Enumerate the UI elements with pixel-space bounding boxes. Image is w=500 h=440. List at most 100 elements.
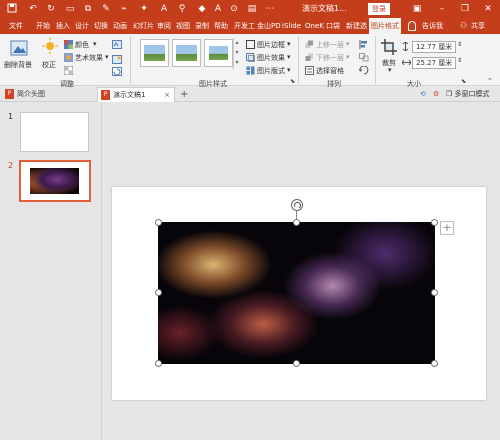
view-icon[interactable]: ▤ [246,3,258,15]
height-input[interactable]: 12.77 厘米 [412,41,456,53]
thumbnail-picture [30,168,79,194]
picture-style-2[interactable] [172,39,201,67]
brush-icon[interactable]: ⌁ [118,3,130,15]
ribbon-display-icon[interactable]: ▣ [410,2,424,16]
picture-effects-button[interactable]: 图片效果 [257,53,285,63]
chevron-down-icon[interactable]: ▾ [105,53,109,61]
tab-design[interactable]: 设计 [75,18,89,34]
color-button[interactable]: 颜色 [75,40,89,50]
resize-handle-right[interactable] [431,289,438,296]
restore-icon[interactable]: ❐ [458,2,472,16]
selection-pane-button[interactable]: 选择窗格 [316,66,344,76]
slide-thumbnail-1[interactable] [20,112,89,152]
slide-thumbnail-2[interactable] [19,160,91,202]
transparency-icon[interactable] [63,65,74,77]
tab-pocket[interactable]: 口袋 [326,18,340,34]
collapse-ribbon-icon[interactable]: ⌃ [487,77,493,85]
font-color-icon[interactable]: A [158,3,170,15]
artistic-effects-button[interactable]: 艺术效果 [75,53,103,63]
tab-onekey[interactable]: OneK [305,18,324,34]
compress-pictures-icon[interactable] [112,40,122,51]
bring-forward-button[interactable]: 上移一层 [316,40,344,50]
more-icon[interactable]: ▾ [234,58,240,68]
doc-tab-intro[interactable]: P 简介头图 [2,87,45,102]
tab-picture-format[interactable]: 图片格式 [369,18,401,34]
dialog-launcher-icon[interactable]: ⬊ [290,78,295,85]
new-tab-icon[interactable]: + [180,87,188,102]
picture-style-1[interactable] [140,39,169,67]
group-objects-icon[interactable] [359,53,369,64]
undo-icon[interactable]: ↶ [27,3,39,15]
slide-icon[interactable]: ▭ [64,3,76,15]
chevron-down-icon[interactable]: ▾ [93,40,97,48]
remove-background-button[interactable]: 删除背景 [4,60,32,70]
tab-record[interactable]: 录制 [195,18,209,34]
height-spinner-icon[interactable]: ⇕ [457,41,462,48]
rotate-handle[interactable] [291,199,303,211]
corrections-button[interactable]: 校正 [42,60,56,70]
tab-animations[interactable]: 动画 [113,18,127,34]
minimize-icon[interactable]: – [435,2,449,16]
gear-icon[interactable]: ⚙ [433,87,439,102]
scroll-down-icon[interactable]: ▾ [234,48,240,58]
send-backward-button[interactable]: 下移一层 [316,53,344,63]
tab-slideshow[interactable]: 幻灯片 [133,18,154,34]
picture-border-button[interactable]: 图片边框 [257,40,285,50]
save-icon[interactable] [6,3,18,15]
tab-islide[interactable]: iSlide [282,18,301,34]
picture-style-3[interactable] [204,39,233,67]
tab-help[interactable]: 帮助 [214,18,228,34]
shape-fill-icon[interactable]: ◆ [196,3,208,15]
tab-developer[interactable]: 开发工 [234,18,255,34]
chevron-down-icon[interactable]: ▾ [287,66,291,74]
tell-me-search[interactable]: 告诉我 [422,18,443,34]
close-icon[interactable]: ✕ [481,2,495,16]
reset-picture-icon[interactable] [112,67,122,78]
chevron-down-icon[interactable]: ▾ [287,53,291,61]
change-picture-icon[interactable] [112,55,122,66]
chevron-down-icon[interactable]: ▾ [287,40,291,48]
tab-new-select[interactable]: 新建选 [346,18,367,34]
layout-options-button[interactable]: + [440,221,454,235]
multi-window-toggle[interactable]: ❐ 多窗口模式 [446,87,490,102]
chevron-down-icon[interactable]: ▾ [346,40,350,48]
tab-transitions[interactable]: 切换 [94,18,108,34]
dialog-launcher-icon[interactable]: ⬊ [461,78,466,85]
redo-icon[interactable]: ↻ [45,3,57,15]
chevron-down-icon[interactable]: ▾ [388,66,392,74]
pen-icon[interactable]: ✎ [100,3,112,15]
magic-icon[interactable]: ✦ [138,3,150,15]
resize-handle-top-left[interactable] [155,219,162,226]
tab-review[interactable]: 审阅 [157,18,171,34]
rotate-icon[interactable] [359,65,369,77]
width-spinner-icon[interactable]: ⇕ [457,57,462,64]
width-input[interactable]: 25.27 厘米 [412,57,456,69]
resize-handle-bottom[interactable] [293,360,300,367]
resize-handle-top-right[interactable] [431,219,438,226]
login-button[interactable]: 登录 [368,3,390,15]
resize-handle-bottom-left[interactable] [155,360,162,367]
resize-handle-left[interactable] [155,289,162,296]
arrange-icon[interactable]: ⧉ [82,3,94,15]
doc-tab-presentation[interactable]: P 演示文稿1 × [97,87,175,102]
link-icon[interactable]: ⊙ [228,3,240,15]
text-color-icon[interactable]: A [212,3,224,15]
more-commands-icon[interactable]: ⋯ [264,3,276,15]
tab-view[interactable]: 视图 [176,18,190,34]
scroll-up-icon[interactable]: ▴ [234,38,240,48]
selected-picture[interactable] [158,222,435,364]
resize-handle-top[interactable] [293,219,300,226]
tab-file[interactable]: 文件 [9,18,23,34]
tab-insert[interactable]: 插入 [56,18,70,34]
tab-jinshan-pdf[interactable]: 金山PD [257,18,281,34]
share-button[interactable]: 共享 [471,18,485,34]
close-tab-icon[interactable]: × [164,88,170,103]
eyedropper-icon[interactable]: ⚲ [176,3,188,15]
chevron-down-icon[interactable]: ▾ [346,53,350,61]
align-icon[interactable] [359,40,369,51]
gallery-scroll[interactable]: ▴ ▾ ▾ [233,38,240,70]
tab-home[interactable]: 开始 [36,18,50,34]
resize-handle-bottom-right[interactable] [431,360,438,367]
picture-layout-button[interactable]: 图片版式 [257,66,285,76]
settings-sync-icon[interactable]: ⟲ [420,87,426,102]
